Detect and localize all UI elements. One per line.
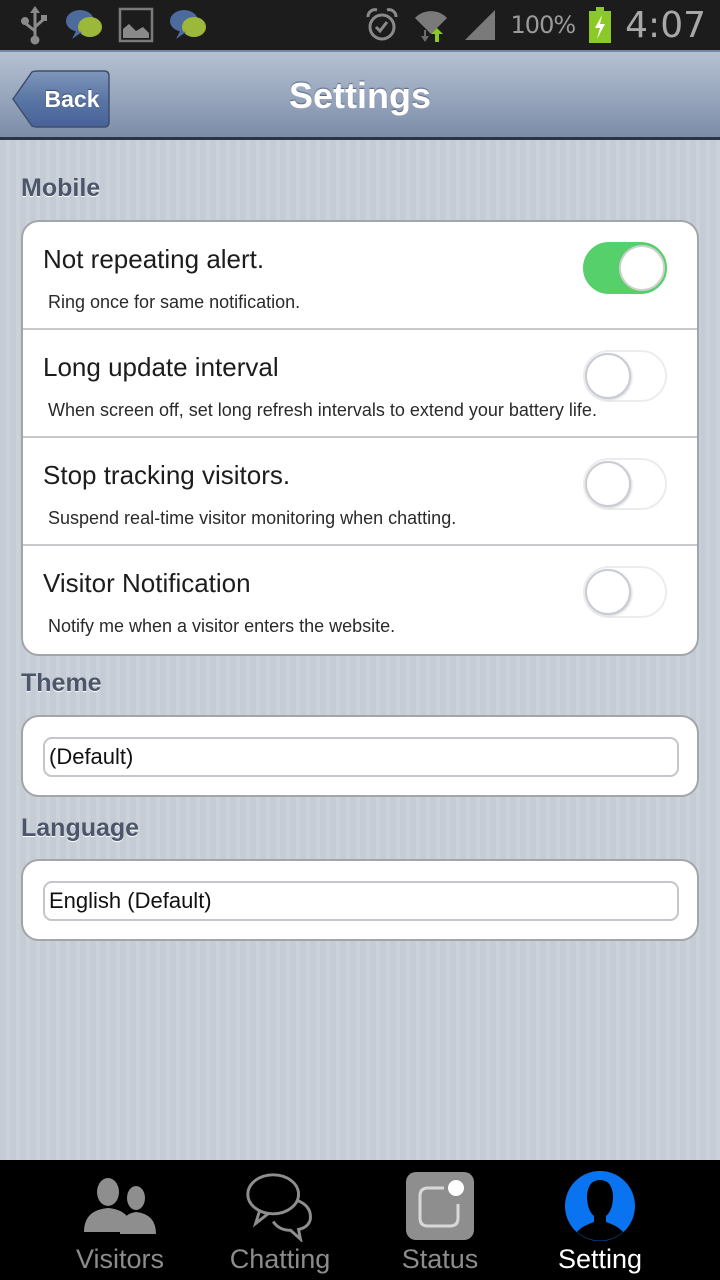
page-title: Settings — [288, 74, 431, 116]
usb-icon — [20, 5, 50, 45]
alarm-icon — [365, 7, 399, 43]
settings-content: Mobile Not repeating alert. Ring once fo… — [0, 140, 720, 1160]
theme-select[interactable]: (Default) — [43, 737, 679, 777]
long-update-interval-toggle[interactable] — [583, 350, 667, 402]
battery-charging-icon — [589, 7, 612, 43]
image-notification-icon — [118, 7, 154, 43]
setting-row-stop-tracking-visitors: Stop tracking visitors. Suspend real-tim… — [23, 438, 697, 546]
language-select[interactable]: English (Default) — [43, 881, 679, 921]
setting-description: When screen off, set long refresh interv… — [48, 400, 597, 420]
not-repeating-alert-toggle[interactable] — [583, 242, 667, 294]
status-bar-notifications — [20, 5, 208, 45]
setting-row-not-repeating-alert: Not repeating alert. Ring once for same … — [23, 222, 697, 330]
battery-percent: 100% — [510, 11, 577, 39]
toggle-knob — [585, 461, 631, 507]
setting-description: Suspend real-time visitor monitoring whe… — [48, 508, 457, 528]
setting-description: Ring once for same notification. — [48, 292, 301, 312]
setting-title: Not repeating alert. — [43, 244, 265, 274]
tab-setting[interactable]: Setting — [520, 1160, 680, 1280]
tab-label: Visitors — [75, 1244, 165, 1274]
setting-description: Notify me when a visitor enters the webs… — [48, 616, 396, 636]
tab-label: Setting — [557, 1244, 643, 1274]
visitors-icon — [80, 1170, 160, 1242]
tab-visitors[interactable]: Visitors — [40, 1160, 200, 1280]
status-icon — [400, 1170, 480, 1242]
navigation-bar: Back Settings — [0, 50, 720, 140]
language-group: English (Default) — [21, 859, 699, 941]
wifi-icon — [413, 6, 449, 44]
stop-tracking-visitors-toggle[interactable] — [583, 458, 667, 510]
tab-label: Status — [401, 1244, 479, 1274]
mobile-settings-group: Not repeating alert. Ring once for same … — [21, 220, 699, 656]
toggle-knob — [619, 245, 665, 291]
section-label-theme: Theme — [21, 669, 102, 697]
theme-group: (Default) — [21, 715, 699, 797]
chat-notification-icon — [64, 7, 104, 43]
setting-row-long-update-interval: Long update interval When screen off, se… — [23, 330, 697, 438]
chat-notification-icon — [168, 7, 208, 43]
setting-row-visitor-notification: Visitor Notification Notify me when a vi… — [23, 546, 697, 654]
toggle-knob — [585, 569, 631, 615]
setting-title: Long update interval — [43, 352, 279, 382]
tab-status[interactable]: Status — [360, 1160, 520, 1280]
tab-chatting[interactable]: Chatting — [200, 1160, 360, 1280]
tab-label: Chatting — [229, 1244, 331, 1274]
clock: 4:07 — [625, 4, 706, 46]
tab-bar: Visitors Chatting Status Setting — [0, 1160, 720, 1280]
toggle-knob — [585, 353, 631, 399]
signal-icon — [463, 8, 497, 42]
chat-bubbles-icon — [240, 1170, 320, 1242]
section-label-mobile: Mobile — [21, 174, 101, 202]
profile-icon — [560, 1170, 640, 1242]
setting-title: Stop tracking visitors. — [43, 460, 291, 490]
visitor-notification-toggle[interactable] — [583, 566, 667, 618]
status-bar-system: 100% 4:07 — [365, 5, 706, 46]
status-bar: 100% 4:07 — [0, 0, 720, 50]
section-label-language: Language — [21, 814, 140, 842]
setting-title: Visitor Notification — [43, 568, 251, 598]
